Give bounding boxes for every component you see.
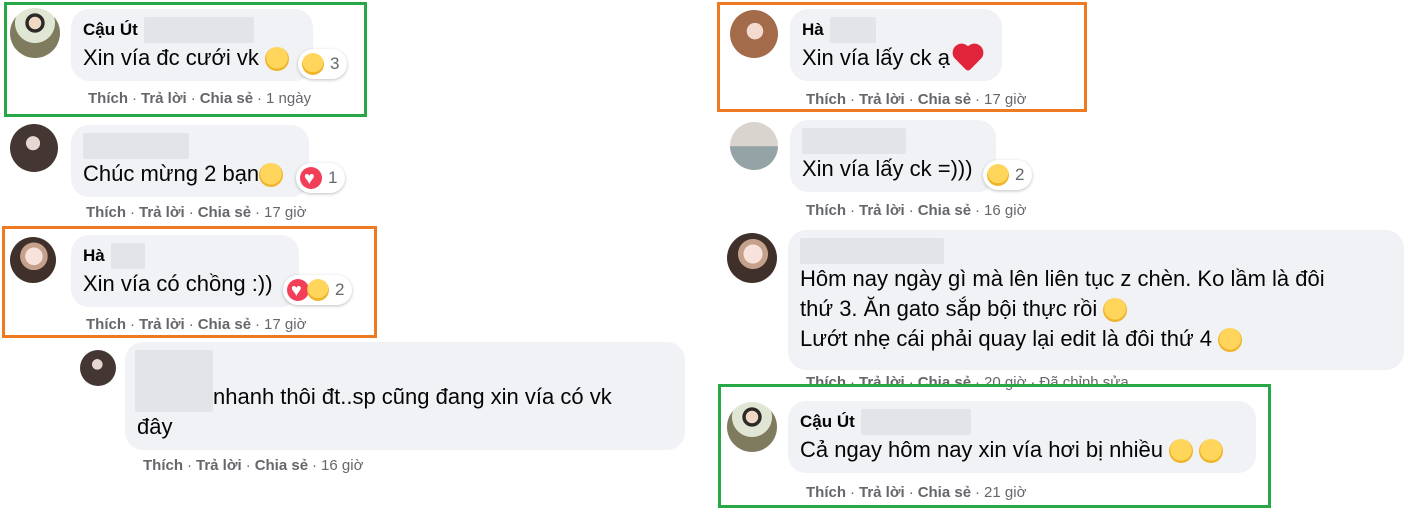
comment-text: Chúc mừng 2 bạn bbox=[83, 159, 297, 189]
avatar[interactable] bbox=[730, 122, 778, 170]
comment-actions: Thích · Trả lời · Chia sẻ · 16 giờ bbox=[143, 457, 363, 474]
comment-text-line-2: thứ 3. Ăn gato sắp bội thực rồi bbox=[800, 294, 1392, 324]
comment-author[interactable] bbox=[802, 128, 984, 154]
avatar[interactable] bbox=[10, 124, 58, 172]
separator: · bbox=[130, 204, 135, 221]
laughing-tears-emoji bbox=[1103, 298, 1128, 323]
reaction-summary[interactable]: 2 bbox=[983, 160, 1033, 190]
comment-time[interactable]: 16 giờ bbox=[321, 457, 363, 474]
reply-action[interactable]: Trả lời bbox=[859, 202, 905, 219]
separator: · bbox=[975, 202, 981, 219]
reaction-summary[interactable]: 1 bbox=[296, 163, 346, 193]
comment-actions: Thích · Trả lời · Chia sẻ · 16 giờ bbox=[806, 202, 1026, 219]
separator: · bbox=[188, 204, 194, 221]
blurred-name bbox=[83, 133, 189, 159]
blurred-name bbox=[802, 128, 906, 154]
reaction-count: 2 bbox=[1015, 165, 1025, 184]
comment-actions: Thích · Trả lời · Chia sẻ · 17 giờ bbox=[86, 204, 306, 221]
separator: · bbox=[908, 202, 914, 219]
reply-action[interactable]: Trả lời bbox=[139, 204, 185, 221]
share-action[interactable]: Chia sẻ bbox=[918, 202, 971, 219]
separator: · bbox=[312, 457, 318, 474]
highlight-frame-orange bbox=[717, 2, 1087, 112]
comment-bubble: nhanh thôi đt..sp cũng đang xin vía có v… bbox=[125, 342, 685, 450]
like-action[interactable]: Thích bbox=[143, 457, 183, 474]
comment-text-content: nhanh thôi đt..sp cũng đang xin vía có v… bbox=[213, 384, 612, 409]
separator: · bbox=[245, 457, 251, 474]
comment-bubble: Chúc mừng 2 bạn bbox=[71, 125, 309, 197]
comment-text-content-2: đây bbox=[137, 414, 173, 439]
highlight-frame-green bbox=[4, 2, 367, 117]
avatar[interactable] bbox=[727, 233, 777, 283]
comment-text-content: Lướt nhẹ cái phải quay lại edit là đôi t… bbox=[800, 326, 1213, 351]
comment-text-content: Xin vía lấy ck =))) bbox=[802, 156, 973, 181]
comment-bubble: Xin vía lấy ck =))) bbox=[790, 120, 996, 192]
comment-text-content: Chúc mừng 2 bạn bbox=[83, 161, 260, 186]
blurred-name bbox=[135, 350, 213, 412]
comment-bubble: Hôm nay ngày gì mà lên liên tục z chèn. … bbox=[788, 230, 1404, 370]
like-action[interactable]: Thích bbox=[86, 204, 126, 221]
separator: · bbox=[255, 204, 261, 221]
reply-action[interactable]: Trả lời bbox=[196, 457, 242, 474]
avatar[interactable] bbox=[80, 350, 116, 386]
share-action[interactable]: Chia sẻ bbox=[198, 204, 251, 221]
comment-text-row-1: nhanh thôi đt..sp cũng đang xin vía có v… bbox=[135, 350, 673, 412]
like-action[interactable]: Thích bbox=[806, 202, 846, 219]
comment-time[interactable]: 17 giờ bbox=[264, 204, 306, 221]
kiss-emoji bbox=[259, 163, 284, 188]
blurred-name bbox=[800, 238, 944, 264]
highlight-frame-green bbox=[718, 384, 1271, 508]
haha-reaction-icon bbox=[987, 164, 1009, 186]
comment-author[interactable] bbox=[83, 133, 297, 159]
upside-down-face-emoji bbox=[1218, 328, 1243, 353]
comment-text-line-1: Hôm nay ngày gì mà lên liên tục z chèn. … bbox=[800, 266, 1325, 291]
separator: · bbox=[850, 202, 855, 219]
highlight-frame-orange bbox=[2, 226, 377, 338]
comment-text-content: thứ 3. Ăn gato sắp bội thực rồi bbox=[800, 296, 1098, 321]
comment-author[interactable] bbox=[800, 238, 1392, 264]
comment-time[interactable]: 16 giờ bbox=[984, 202, 1026, 219]
love-reaction-icon bbox=[300, 167, 322, 189]
separator: · bbox=[187, 457, 192, 474]
share-action[interactable]: Chia sẻ bbox=[255, 457, 308, 474]
reaction-count: 1 bbox=[328, 168, 338, 187]
comment-text: Xin vía lấy ck =))) bbox=[802, 154, 984, 184]
comment-text-line-3: Lướt nhẹ cái phải quay lại edit là đôi t… bbox=[800, 324, 1392, 354]
